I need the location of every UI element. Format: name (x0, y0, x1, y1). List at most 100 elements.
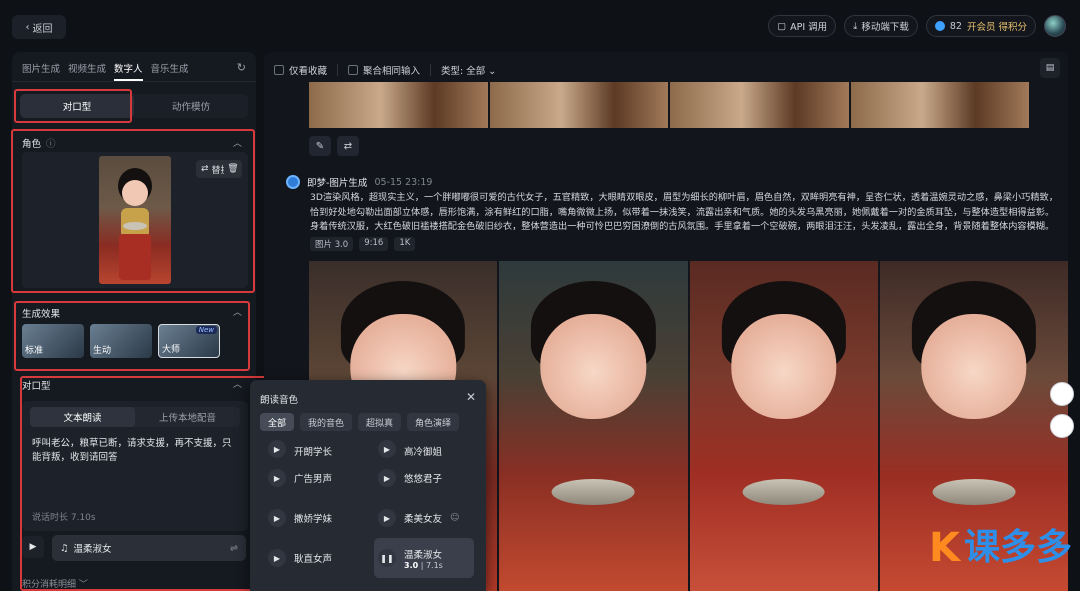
type-dropdown[interactable]: 类型: 全部 ⌄ (441, 63, 496, 77)
tab-digital-human[interactable]: 数字人 (114, 61, 143, 81)
credits-button[interactable]: 82 开会员 得积分 (925, 15, 1036, 37)
cost-detail-link[interactable]: 积分消耗明细 ﹀ (22, 577, 88, 590)
floating-button[interactable] (1050, 382, 1074, 406)
filter-my-voices[interactable]: 我的音色 (300, 413, 353, 431)
voice-item[interactable]: ▶ 开朗学长 (264, 438, 364, 458)
edit-icon[interactable]: ✎ (309, 136, 331, 156)
chevron-left-icon: ‹ (25, 21, 30, 33)
result-actions: ✎ ⇄ (309, 136, 359, 156)
result-image[interactable] (670, 82, 849, 128)
generated-image[interactable] (689, 261, 878, 591)
play-icon[interactable]: ▶ (378, 440, 396, 458)
chevron-up-icon[interactable]: ︿ (233, 305, 242, 318)
swap-icon: ⇄ (201, 164, 209, 174)
voice-item[interactable]: ▶ 高冷御姐 (374, 438, 474, 458)
chevron-up-icon[interactable]: ︿ (233, 377, 242, 390)
lip-section-header: 对口型 (22, 378, 51, 392)
top-right-actions: ▢ API 调用 ⤓ 移动端下载 82 开会员 得积分 (768, 15, 1066, 37)
back-label: 返回 (32, 23, 53, 35)
play-icon[interactable]: ▶ (378, 469, 396, 487)
voice-item[interactable]: ▶ 柔美女友 ☺ (374, 498, 474, 538)
mobile-download-button[interactable]: ⤓ 移动端下载 (844, 15, 918, 37)
download-icon: ⤓ (853, 20, 858, 32)
voice-popup: 朗读音色 ✕ 全部 我的音色 超拟真 角色演绎 ▶ 开朗学长 ▶ 高冷御姐 ▶ … (250, 380, 486, 591)
voice-item-selected[interactable]: ❚❚ 温柔淑女 3.0 | 7.1s (374, 538, 474, 578)
generated-image[interactable] (499, 261, 688, 591)
regenerate-icon[interactable]: ⇄ (337, 136, 359, 156)
pause-icon[interactable]: ❚❚ (378, 549, 396, 567)
emotion-icon: ☺ (450, 513, 460, 523)
model-tag: 图片 3.0 (310, 237, 354, 251)
voice-item[interactable]: ▶ 耿直女声 (264, 538, 364, 578)
voice-label: 高冷御姐 (404, 447, 443, 458)
filter-ultra-real[interactable]: 超拟真 (358, 413, 402, 431)
tab-music[interactable]: 音乐生成 (151, 61, 189, 81)
cost-label: 积分消耗明细 (22, 580, 77, 590)
image-figure (932, 478, 1016, 506)
result-image[interactable] (850, 82, 1029, 128)
close-icon[interactable]: ✕ (466, 390, 476, 404)
ratio-tag: 9:16 (359, 237, 389, 251)
effect-vivid[interactable]: 生动 (90, 324, 152, 358)
voice-icon: ♫ (60, 542, 69, 554)
delete-button[interactable]: 🗑 (224, 160, 242, 178)
effect-master[interactable]: New 大师 (158, 324, 220, 358)
coin-icon (934, 21, 945, 31)
back-button[interactable]: ‹ 返回 (12, 15, 66, 39)
sub-tabs: 对口型 动作模仿 (20, 94, 248, 118)
image-figure (921, 313, 1027, 420)
favorites-filter[interactable]: 仅看收藏 (274, 63, 327, 77)
floating-button[interactable] (1050, 414, 1074, 438)
voice-label: 广告男声 (294, 474, 333, 485)
role-area[interactable]: ⇄ 替换 🗑 (22, 152, 248, 288)
avatar[interactable] (1044, 15, 1066, 37)
role-section-header: 角色 ⓘ (22, 136, 56, 150)
effects-section-header: 生成效果 (22, 306, 60, 320)
play-icon[interactable]: ▶ (268, 509, 286, 527)
tab-text-reading[interactable]: 文本朗读 (30, 407, 135, 427)
chevron-up-icon[interactable]: ︿ (233, 136, 242, 149)
voice-label: 开朗学长 (294, 447, 333, 458)
generation-time: 05-15 23:19 (374, 176, 433, 188)
chat-icon: ▢ (777, 20, 787, 32)
tune-icon: ⇌ (230, 542, 238, 554)
trash-icon: 🗑 (227, 164, 239, 174)
generation-author: 即梦-图片生成 (307, 178, 368, 189)
effect-standard[interactable]: 标准 (22, 324, 84, 358)
lip-text-input[interactable]: 呼叫老公，粮草已断，请求支援，再不支援，只能背叛，收到请回答 (32, 437, 238, 465)
checkbox[interactable] (274, 65, 284, 75)
refresh-icon[interactable]: ↻ (237, 61, 246, 74)
chevron-down-icon: ⌄ (488, 66, 497, 77)
result-image[interactable] (489, 82, 668, 128)
voice-item[interactable]: ▶ 广告男声 (264, 458, 364, 498)
play-button[interactable]: ▶ (22, 536, 44, 558)
tab-lip-sync[interactable]: 对口型 (20, 94, 134, 118)
play-icon[interactable]: ▶ (268, 469, 286, 487)
tab-video[interactable]: 视频生成 (68, 61, 106, 81)
voice-item[interactable]: ▶ 悠悠君子 (374, 458, 474, 498)
voice-label: 温柔淑女 (404, 549, 443, 561)
voice-item[interactable]: ▶ 撒娇学妹 (264, 498, 364, 538)
voice-select[interactable]: ♫ 温柔淑女 ⇌ (52, 535, 246, 561)
voice-label: 柔美女友 (404, 514, 443, 525)
api-button[interactable]: ▢ API 调用 (768, 15, 837, 37)
resolution-tag: 1K (394, 237, 416, 251)
filter-role-play[interactable]: 角色演绎 (407, 413, 460, 431)
play-icon[interactable]: ▶ (268, 549, 286, 567)
favorites-label: 仅看收藏 (289, 66, 328, 77)
folder-icon[interactable]: ▤ (1040, 58, 1060, 78)
voice-list: ▶ 开朗学长 ▶ 高冷御姐 ▶ 广告男声 ▶ 悠悠君子 ▶ 撒娇学妹 ▶ 柔美女… (264, 438, 474, 578)
tab-motion-imitation[interactable]: 动作模仿 (134, 94, 248, 118)
filter-all[interactable]: 全部 (260, 413, 295, 431)
voice-label: 耿直女声 (294, 554, 333, 565)
tab-upload-audio[interactable]: 上传本地配音 (135, 407, 240, 427)
checkbox[interactable] (348, 65, 359, 75)
play-icon[interactable]: ▶ (378, 509, 396, 527)
role-image (99, 156, 171, 284)
result-image[interactable] (309, 82, 488, 128)
aggregate-filter[interactable]: 聚合相同输入 (348, 63, 420, 77)
tab-image[interactable]: 图片生成 (22, 61, 60, 81)
play-icon[interactable]: ▶ (268, 440, 286, 458)
effect-label: 标准 (25, 346, 44, 356)
voice-name: 温柔淑女 (73, 544, 112, 555)
